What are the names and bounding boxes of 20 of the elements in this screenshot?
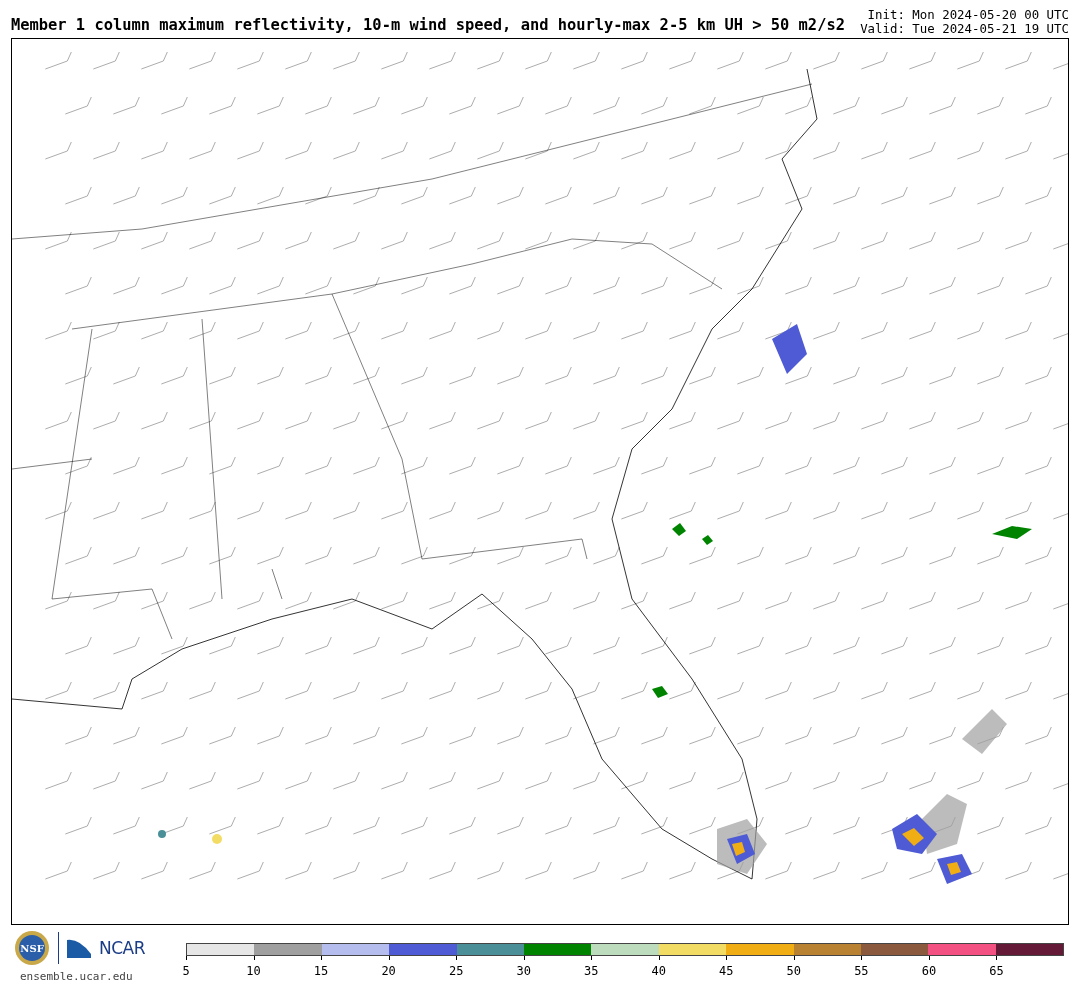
wedge-icon [67, 938, 91, 958]
scale-label: 10 [246, 963, 261, 980]
scale-label: 45 [719, 963, 734, 980]
scale-label: 15 [313, 963, 329, 980]
scale-label: 50 [786, 963, 802, 980]
scale-label: 60 [921, 963, 937, 980]
site-url: ensemble.ucar.edu [20, 969, 134, 985]
scale-label: 30 [516, 963, 531, 980]
ncar-logo: NCAR [99, 939, 146, 957]
scale-label: 35 [584, 963, 599, 980]
scale-label: 65 [989, 963, 1004, 980]
init-time: Init: Mon 2024-05-20 00 UTC [866, 8, 1069, 22]
scale-label: 25 [448, 963, 464, 980]
scale-label: 5 [182, 963, 190, 980]
valid-time: Valid: Tue 2024-05-21 19 UTC [860, 22, 1069, 36]
scale-label: 20 [381, 963, 396, 980]
scale-label: 55 [854, 963, 869, 980]
chart-title: Member 1 column maximum reflectivity, 10-m wind speed, and hourly-max 2-5 km UH > 50 m2/s2 [11, 15, 845, 36]
nsf-logo-icon: NSF [14, 930, 50, 966]
scale-label: 40 [651, 963, 666, 980]
